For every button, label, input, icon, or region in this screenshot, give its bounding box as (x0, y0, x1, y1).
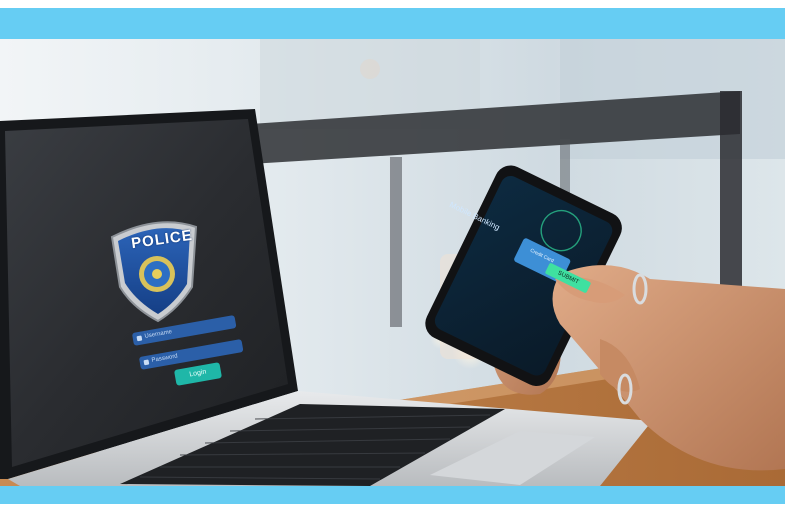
password-placeholder: Password (151, 353, 179, 364)
username-placeholder: Username (144, 329, 173, 340)
photo: POLICE Username Password Login Mobile Ba… (0, 39, 785, 486)
photo-scene (0, 39, 785, 486)
lock-icon (143, 359, 150, 366)
bottom-accent-band (0, 486, 785, 504)
user-icon (136, 335, 143, 342)
top-accent-band (0, 8, 785, 39)
